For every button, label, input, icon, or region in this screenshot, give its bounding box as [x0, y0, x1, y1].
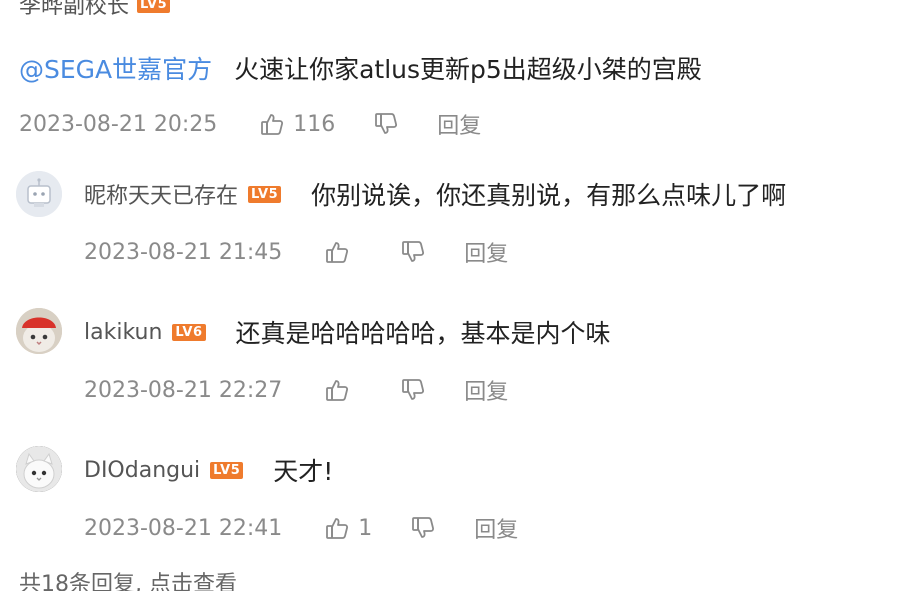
reply-username[interactable]: 昵称天天已存在: [84, 178, 238, 210]
cat-avatar-icon: [16, 308, 62, 354]
mention-link[interactable]: @SEGA世嘉官方: [19, 55, 212, 84]
thumbs-up-icon: [324, 239, 350, 265]
reply-button[interactable]: 回复: [437, 108, 481, 140]
default-avatar-icon: [16, 171, 62, 217]
reply-3-meta: 2023-08-21 22:41 1 回复: [84, 512, 518, 544]
thumbs-up-icon: [324, 515, 350, 541]
top-comment-text: 火速让你家atlus更新p5出超级小桀的宫殿: [234, 55, 702, 84]
reply-text: 天才!: [273, 457, 334, 486]
timestamp: 2023-08-21 22:41: [84, 515, 283, 541]
top-comment-username[interactable]: 李晔副校长: [19, 0, 129, 20]
level-badge: LV6: [172, 323, 206, 341]
avatar[interactable]: [16, 308, 62, 354]
like-count: 116: [293, 111, 336, 137]
like-button[interactable]: 1: [324, 515, 372, 541]
reply-text: 你别说诶，你还真别说，有那么点味儿了啊: [311, 181, 787, 210]
dislike-button[interactable]: [400, 377, 426, 403]
reply-username[interactable]: lakikun: [84, 320, 162, 345]
view-more-replies-link[interactable]: 共18条回复, 点击查看: [19, 566, 237, 591]
level-badge: LV5: [137, 0, 171, 13]
like-count: 1: [358, 515, 373, 541]
reply-button[interactable]: 回复: [474, 512, 518, 544]
thumbs-up-icon: [259, 111, 285, 137]
like-button[interactable]: [324, 377, 350, 403]
reply-username[interactable]: DIOdangui: [84, 458, 200, 483]
reply-2-meta: 2023-08-21 22:27 回复: [84, 374, 508, 406]
top-comment-body: @SEGA世嘉官方 火速让你家atlus更新p5出超级小桀的宫殿: [19, 50, 702, 86]
thumbs-down-icon: [410, 515, 436, 541]
avatar[interactable]: [16, 446, 62, 492]
level-badge: LV5: [248, 185, 282, 203]
reply-1-meta: 2023-08-21 21:45 回复: [84, 236, 508, 268]
top-comment-author: 李晔副校长 LV5: [19, 0, 171, 20]
reply-1-header: 昵称天天已存在 LV5 你别说诶，你还真别说，有那么点味儿了啊: [84, 176, 786, 212]
dislike-button[interactable]: [410, 515, 436, 541]
reply-button[interactable]: 回复: [464, 374, 508, 406]
dislike-button[interactable]: [400, 239, 426, 265]
thumbs-up-icon: [324, 377, 350, 403]
dislike-button[interactable]: [373, 111, 399, 137]
avatar[interactable]: [16, 171, 62, 217]
timestamp: 2023-08-21 20:25: [19, 111, 218, 137]
comment-thread: 李晔副校长 LV5 @SEGA世嘉官方 火速让你家atlus更新p5出超级小桀的…: [0, 0, 907, 591]
top-comment-meta: 2023-08-21 20:25 116 回复: [19, 108, 481, 140]
reply-button[interactable]: 回复: [464, 236, 508, 268]
reply-3-header: DIOdangui LV5 天才!: [84, 452, 333, 488]
like-button[interactable]: 116: [259, 111, 335, 137]
like-button[interactable]: [324, 239, 350, 265]
cat-avatar-icon: [16, 446, 62, 492]
reply-text: 还真是哈哈哈哈哈，基本是内个味: [235, 319, 611, 348]
thumbs-down-icon: [400, 239, 426, 265]
timestamp: 2023-08-21 22:27: [84, 377, 283, 403]
thumbs-down-icon: [400, 377, 426, 403]
reply-2-header: lakikun LV6 还真是哈哈哈哈哈，基本是内个味: [84, 314, 611, 350]
level-badge: LV5: [210, 461, 244, 479]
thumbs-down-icon: [373, 111, 399, 137]
timestamp: 2023-08-21 21:45: [84, 239, 283, 265]
